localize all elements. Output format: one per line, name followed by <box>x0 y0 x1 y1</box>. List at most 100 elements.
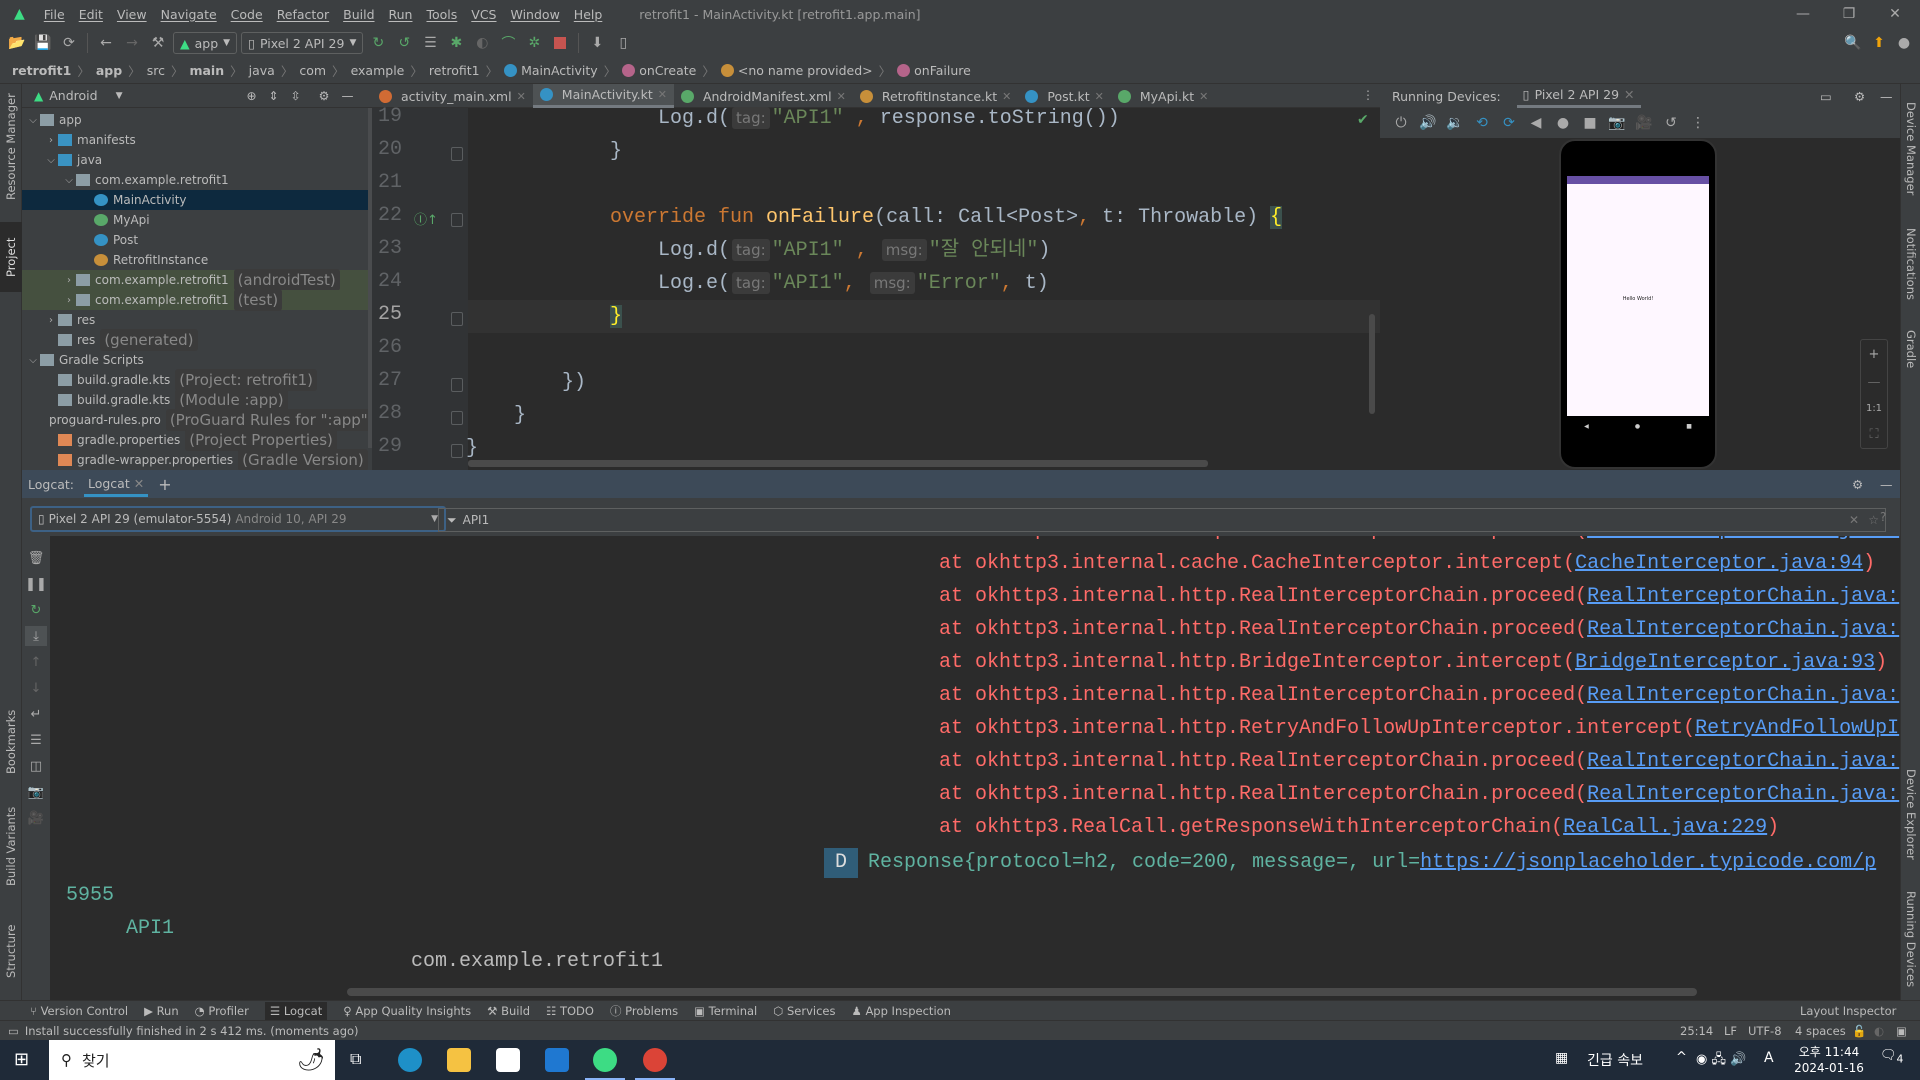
volume-up-icon[interactable]: 🔊 <box>1417 112 1439 134</box>
breadcrumb-item[interactable]: onCreate <box>622 63 696 78</box>
windows-start-icon[interactable]: ⊞ <box>14 1049 29 1070</box>
gear-icon[interactable]: ⚙ <box>1854 89 1865 104</box>
chevron-right-icon[interactable]: › <box>62 275 76 286</box>
menu-edit[interactable]: Edit <box>72 7 110 22</box>
home-icon[interactable]: ● <box>1552 112 1574 134</box>
fold-marker-icon[interactable] <box>451 312 463 326</box>
favorite-filter-icon[interactable]: ☆ <box>1868 513 1879 527</box>
ime-indicator[interactable]: A <box>1764 1050 1774 1066</box>
project-tree-item[interactable]: ⌵ Gradle Scripts <box>22 350 372 370</box>
inspection-icon[interactable]: ◐ <box>1874 1024 1884 1038</box>
locate-icon[interactable]: ⊕ <box>246 89 256 103</box>
menu-file[interactable]: File <box>37 7 72 22</box>
chrome-icon[interactable] <box>643 1048 667 1072</box>
account-icon[interactable]: ● <box>1893 32 1915 54</box>
tool-tab-app-quality-insights[interactable]: ♀ App Quality Insights <box>343 1004 471 1018</box>
editor-tab[interactable]: MainActivity.kt ✕ <box>532 84 674 108</box>
project-tree-item[interactable]: res (generated) <box>22 329 372 351</box>
tool-tab-run[interactable]: ▶ Run <box>144 1004 179 1018</box>
clock-time[interactable]: 오후 11:44 <box>1794 1043 1864 1060</box>
news-widget[interactable]: 긴급 속보 <box>1587 1050 1643 1070</box>
breadcrumb-item[interactable]: example <box>351 63 405 78</box>
chevron-down-icon[interactable]: ⌵ <box>44 155 58 166</box>
menu-tools[interactable]: Tools <box>419 7 464 22</box>
project-tree-item[interactable]: ⌵ java <box>22 150 372 170</box>
editor-vscrollbar[interactable] <box>1369 314 1375 414</box>
breadcrumb-item[interactable]: app <box>96 63 122 78</box>
fold-marker-icon[interactable] <box>451 411 463 425</box>
logcat-filter-input[interactable]: ⏷ API1 ✕ ☆ <box>438 508 1886 532</box>
tool-tab-todo[interactable]: ☷ TODO <box>546 1004 594 1018</box>
fold-marker-icon[interactable] <box>451 378 463 392</box>
device-manager-icon[interactable]: ▯ <box>612 32 634 54</box>
structure-tab[interactable]: Structure <box>0 914 22 989</box>
tool-tab-logcat[interactable]: ☰ Logcat <box>264 1001 328 1020</box>
collapse-all-icon[interactable]: ⇳ <box>291 89 301 103</box>
tray-icons[interactable]: ◉ 🖧 🔊 <box>1696 1050 1746 1072</box>
hide-icon[interactable]: — <box>341 89 353 103</box>
updates-icon[interactable]: ⬆ <box>1868 32 1890 54</box>
gear-icon[interactable]: ⚙ <box>1852 477 1863 492</box>
android-studio-taskbar-icon[interactable] <box>593 1048 617 1072</box>
task-view-icon[interactable]: ⧉ <box>350 1049 361 1069</box>
chevron-down-icon[interactable]: ⌵ <box>62 175 76 186</box>
project-tree-item[interactable]: ⌵ com.example.retrofit1 <box>22 170 372 190</box>
hide-icon[interactable]: — <box>1880 477 1893 492</box>
editor-tab[interactable]: MyApi.kt ✕ <box>1111 84 1215 108</box>
zoom-out-icon[interactable]: — <box>1868 375 1881 390</box>
news-icon[interactable]: ▦ <box>1555 1050 1568 1066</box>
volume-down-icon[interactable]: 🔉 <box>1444 112 1466 134</box>
source-link[interactable]: RealInterceptorChain.java: <box>1587 684 1899 707</box>
indent-setting[interactable]: 4 spaces <box>1795 1024 1846 1038</box>
project-tree-item[interactable]: RetrofitInstance <box>22 250 372 270</box>
source-link[interactable]: RealInterceptorChain.java: <box>1587 618 1899 641</box>
build-variants-tab[interactable]: Build Variants <box>0 799 22 894</box>
menu-help[interactable]: Help <box>567 7 610 22</box>
project-tree-item[interactable]: MainActivity <box>22 190 372 210</box>
breadcrumb-item[interactable]: java <box>249 63 275 78</box>
breadcrumb-item[interactable]: retrofit1 <box>429 63 480 78</box>
profile-icon[interactable]: ◐ <box>471 32 493 54</box>
chevron-right-icon[interactable]: › <box>62 295 76 306</box>
debug-icon[interactable]: ✱ <box>445 32 467 54</box>
chevron-down-icon[interactable]: ▼ <box>116 91 123 101</box>
device-select[interactable]: ▯ Pixel 2 API 29 ▼ <box>241 32 364 54</box>
store-icon[interactable] <box>496 1048 520 1072</box>
breadcrumb-item[interactable]: onFailure <box>897 63 971 78</box>
build-hammer-icon[interactable]: ⚒ <box>147 32 169 54</box>
menu-window[interactable]: Window <box>504 7 567 22</box>
logcat-tab[interactable]: Logcat ✕ <box>83 472 149 497</box>
apply-changes-restart-icon[interactable]: ↻ <box>367 32 389 54</box>
menu-navigate[interactable]: Navigate <box>154 7 224 22</box>
source-link[interactable]: RetryAndFollowUpI <box>1695 717 1899 740</box>
log-url-link[interactable]: https://jsonplaceholder.typicode.com/p <box>1420 851 1876 874</box>
rotate-left-icon[interactable]: ⟲ <box>1471 112 1493 134</box>
logcat-output[interactable]: at okhttp3.internal.http.RealInterceptor… <box>22 536 1900 846</box>
notification-center-icon[interactable]: 🗨4 <box>1880 1048 1903 1066</box>
tool-tab-problems[interactable]: ⓘ Problems <box>610 1003 678 1019</box>
breadcrumb-item[interactable]: MainActivity <box>504 63 598 78</box>
close-tab-icon[interactable]: ✕ <box>1095 90 1104 103</box>
source-link[interactable]: BridgeInterceptor.java:93 <box>1575 651 1875 674</box>
close-tab-icon[interactable]: ✕ <box>1002 90 1011 103</box>
source-link[interactable]: RealInterceptorChain.java: <box>1587 750 1899 773</box>
chevron-right-icon[interactable]: › <box>44 135 58 146</box>
device-explorer-tab[interactable]: Device Explorer <box>1901 764 1920 864</box>
fold-marker-icon[interactable] <box>451 444 463 458</box>
more-tabs-icon[interactable]: ⋮ <box>1362 88 1374 102</box>
tool-tab-version-control[interactable]: ⑂ Version Control <box>30 1004 128 1018</box>
tray-overflow-icon[interactable]: ^ <box>1676 1050 1687 1065</box>
close-tab-icon[interactable]: ✕ <box>517 90 526 103</box>
back-icon[interactable]: ← <box>95 32 117 54</box>
project-tree-item[interactable]: gradle-wrapper.properties (Gradle Version… <box>22 449 372 470</box>
zoom-in-icon[interactable]: + <box>1869 347 1880 362</box>
lock-icon[interactable]: 🔓 <box>1852 1024 1866 1038</box>
zoom-actual-size-button[interactable]: 1:1 <box>1866 403 1882 414</box>
overview-icon[interactable]: ■ <box>1579 112 1601 134</box>
close-window-button[interactable]: ✕ <box>1872 0 1918 28</box>
project-tree-item[interactable]: ⌵ app <box>22 110 372 130</box>
logcat-hscrollbar[interactable] <box>347 988 1697 996</box>
gear-icon[interactable]: ⚙ <box>319 89 330 103</box>
clear-filter-icon[interactable]: ✕ <box>1849 513 1859 527</box>
attach-process-icon[interactable]: ✲ <box>523 32 545 54</box>
